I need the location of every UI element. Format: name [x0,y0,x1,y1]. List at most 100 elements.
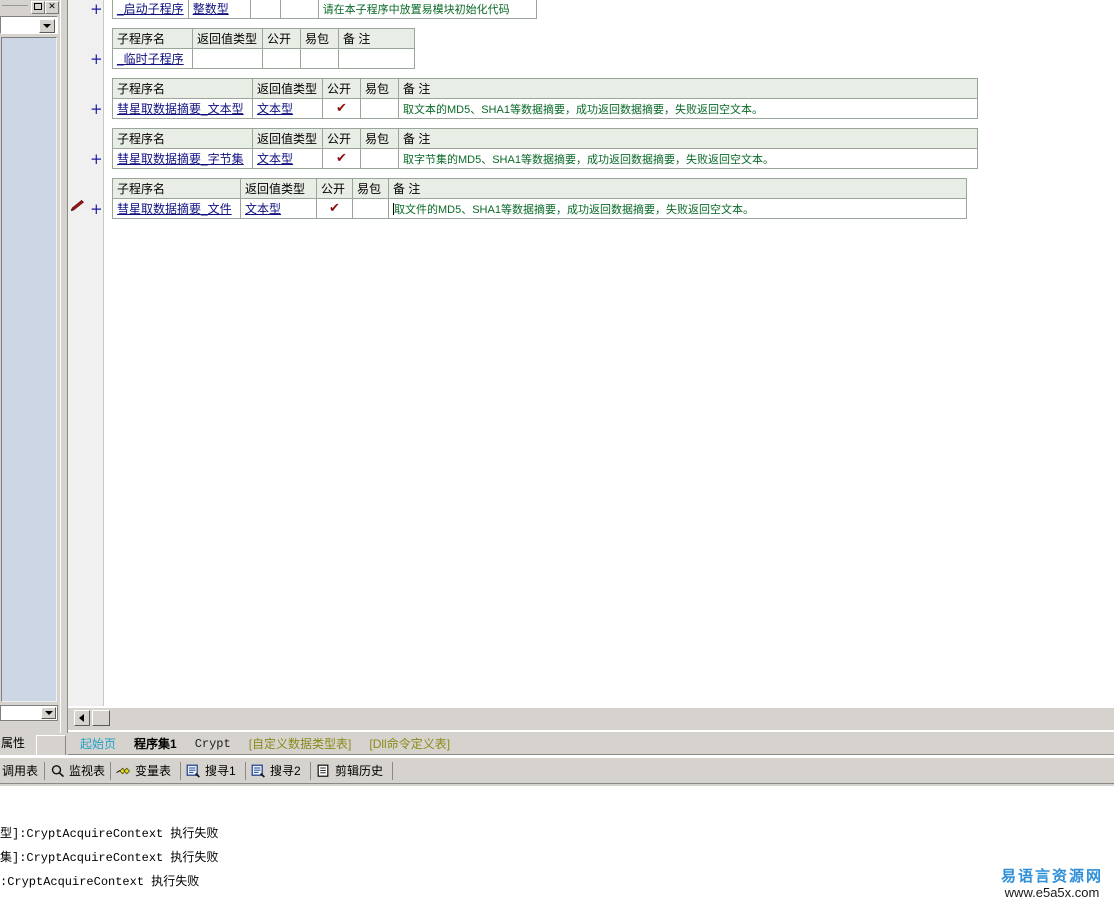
panel-titlebar: ✕ [0,0,60,14]
table-row: _启动子程序 整数型 请在本子程序中放置易模块初始化代码 [112,0,537,19]
watermark-site-name: 易语言资源网 [1000,868,1103,885]
toolbar-variable-table[interactable]: 变量表 [116,761,171,781]
toolbar-watch-table[interactable]: 监视表 [50,761,105,781]
toolbar-separator-2 [110,762,111,780]
toolbar-call-table[interactable]: 调用表 [2,761,38,781]
toolbar-separator-1 [44,762,45,780]
toolbar-find-1[interactable]: 搜寻1 [186,761,236,781]
cell-name-1[interactable]: _临时子程序 [112,48,193,69]
col-header-note-4: 备 注 [388,178,967,199]
cell-package-0[interactable] [279,0,319,19]
titlebar-grip [2,5,28,6]
cell-name-3[interactable]: 彗星取数据摘要_字节集 [112,148,253,169]
cell-public-0[interactable] [249,0,281,19]
col-header-public-2: 公开 [322,78,361,99]
scroll-left-button[interactable] [74,710,90,726]
col-header-type-4: 返回值类型 [240,178,317,199]
tab-custom-datatype-table[interactable]: [自定义数据类型表] [237,734,358,754]
cell-package-2[interactable] [360,98,399,119]
col-header-package-2: 易包 [360,78,399,99]
restore-icon [34,3,42,10]
cell-name-0[interactable]: _启动子程序 [112,0,189,19]
tab-start-page-label: 起始页 [80,737,117,751]
toolbar-clip-history[interactable]: 剪辑历史 [316,761,383,781]
cell-type-3[interactable]: 文本型 [252,148,323,169]
find-icon-2 [251,764,265,778]
cell-public-3[interactable]: ✔ [322,148,361,169]
tab-properties[interactable]: 属性 [0,733,35,754]
toolbar-separator-4 [245,762,246,780]
toolbar-find-2-label: 搜寻2 [270,764,301,778]
subroutine-table-2[interactable]: 子程序名 返回值类型 公开 易包 备 注 彗星取数据摘要_文本型 文本型 ✔ 取… [112,78,978,119]
table-header-row: 子程序名 返回值类型 公开 易包 备 注 [112,78,978,99]
console-line-1: 集]:CryptAcquireContext 执行失败 [0,851,219,865]
cell-note-1[interactable] [338,48,415,69]
editor-hscrollbar[interactable] [68,708,1114,730]
console-line-0: 型]:CryptAcquireContext 执行失败 [0,827,219,841]
property-grid[interactable] [1,37,57,702]
col-header-public-3: 公开 [322,128,361,149]
subroutine-table-0[interactable]: _启动子程序 整数型 请在本子程序中放置易模块初始化代码 [112,0,537,19]
arrow-left-icon [79,714,84,722]
toolbar-variable-table-label: 变量表 [135,764,172,778]
cell-public-2[interactable]: ✔ [322,98,361,119]
cell-package-4[interactable] [352,198,389,219]
cell-name-4[interactable]: 彗星取数据摘要_文件 [112,198,241,219]
tab-custom-datatype-table-label: [自定义数据类型表] [248,737,352,751]
restore-button[interactable] [31,1,45,14]
expand-toggle-1[interactable]: + [90,52,103,67]
toolbar-call-table-label: 调用表 [2,764,39,778]
subroutine-table-3[interactable]: 子程序名 返回值类型 公开 易包 备 注 彗星取数据摘要_字节集 文本型 ✔ 取… [112,128,978,169]
tab-program-set-1[interactable]: 程序集1 [122,734,183,754]
toolbar-clip-history-label: 剪辑历史 [335,764,384,778]
cell-package-1[interactable] [300,48,339,69]
cell-note-2[interactable]: 取文本的MD5、SHA1等数据摘要，成功返回数据摘要，失败返回空文本。 [398,98,978,119]
expand-toggle-0[interactable]: + [90,2,103,17]
cell-type-1[interactable] [192,48,263,69]
col-header-package-4: 易包 [352,178,389,199]
watermark: 易语言资源网 www.e5a5x.com [990,868,1114,910]
cell-note-3[interactable]: 取字节集的MD5、SHA1等数据摘要，成功返回数据摘要，失败返回空文本。 [398,148,978,169]
expand-toggle-2[interactable]: + [90,102,103,117]
subroutine-table-4[interactable]: 子程序名 返回值类型 公开 易包 备 注 彗星取数据摘要_文件 文本型 ✔ 取文… [112,178,967,219]
output-console[interactable]: 型]:CryptAcquireContext 执行失败 集]:CryptAcqu… [0,786,1114,915]
cell-note-4-wrap[interactable]: 取文件的MD5、SHA1等数据摘要，成功返回数据摘要，失败返回空文本。 [388,198,967,219]
expand-toggle-4[interactable]: + [90,202,103,217]
property-category-select[interactable] [0,705,58,721]
toolbar-find-2[interactable]: 搜寻2 [251,761,301,781]
tab-blank[interactable] [36,735,66,755]
cell-type-0[interactable]: 整数型 [187,0,251,19]
tab-dll-command-table[interactable]: [Dll命令定义表] [357,734,456,754]
col-header-name-3: 子程序名 [112,128,253,149]
tab-dll-command-table-label: [Dll命令定义表] [369,737,451,751]
col-header-name-4: 子程序名 [112,178,241,199]
close-button[interactable]: ✕ [45,1,59,14]
tab-crypt[interactable]: Crypt [183,734,237,754]
cell-type-4[interactable]: 文本型 [240,198,317,219]
bottom-toolbar[interactable]: 调用表 监视表 变量表 搜寻1 搜寻2 剪辑历史 [0,757,1114,783]
toolbar-find-1-label: 搜寻1 [205,764,236,778]
cell-name-2[interactable]: 彗星取数据摘要_文本型 [112,98,253,119]
expand-toggle-3[interactable]: + [90,152,103,167]
property-object-select[interactable] [0,16,58,34]
panel-splitter[interactable] [60,0,68,733]
cell-public-1[interactable] [262,48,301,69]
col-header-type-2: 返回值类型 [252,78,323,99]
col-header-package-1: 易包 [300,28,339,49]
table-row: 彗星取数据摘要_字节集 文本型 ✔ 取字节集的MD5、SHA1等数据摘要，成功返… [112,148,978,169]
subroutine-table-1[interactable]: 子程序名 返回值类型 公开 易包 备 注 _临时子程序 [112,28,415,69]
cell-note-0[interactable]: 请在本子程序中放置易模块初始化代码 [317,0,537,19]
chevron-down-icon[interactable] [39,19,55,33]
watermark-url: www.e5a5x.com [1004,885,1100,900]
col-header-type-3: 返回值类型 [252,128,323,149]
cell-public-4[interactable]: ✔ [316,198,353,219]
chevron-down-icon-2[interactable] [41,707,56,719]
toolbar-separator-3 [180,762,181,780]
document-tabbar[interactable]: 起始页 程序集1 Crypt [自定义数据类型表] [Dll命令定义表] [68,731,1114,755]
col-header-note-3: 备 注 [398,128,978,149]
tab-start-page[interactable]: 起始页 [68,734,122,754]
scroll-thumb[interactable] [92,710,110,726]
cell-package-3[interactable] [360,148,399,169]
col-header-name-1: 子程序名 [112,28,193,49]
cell-type-2[interactable]: 文本型 [252,98,323,119]
